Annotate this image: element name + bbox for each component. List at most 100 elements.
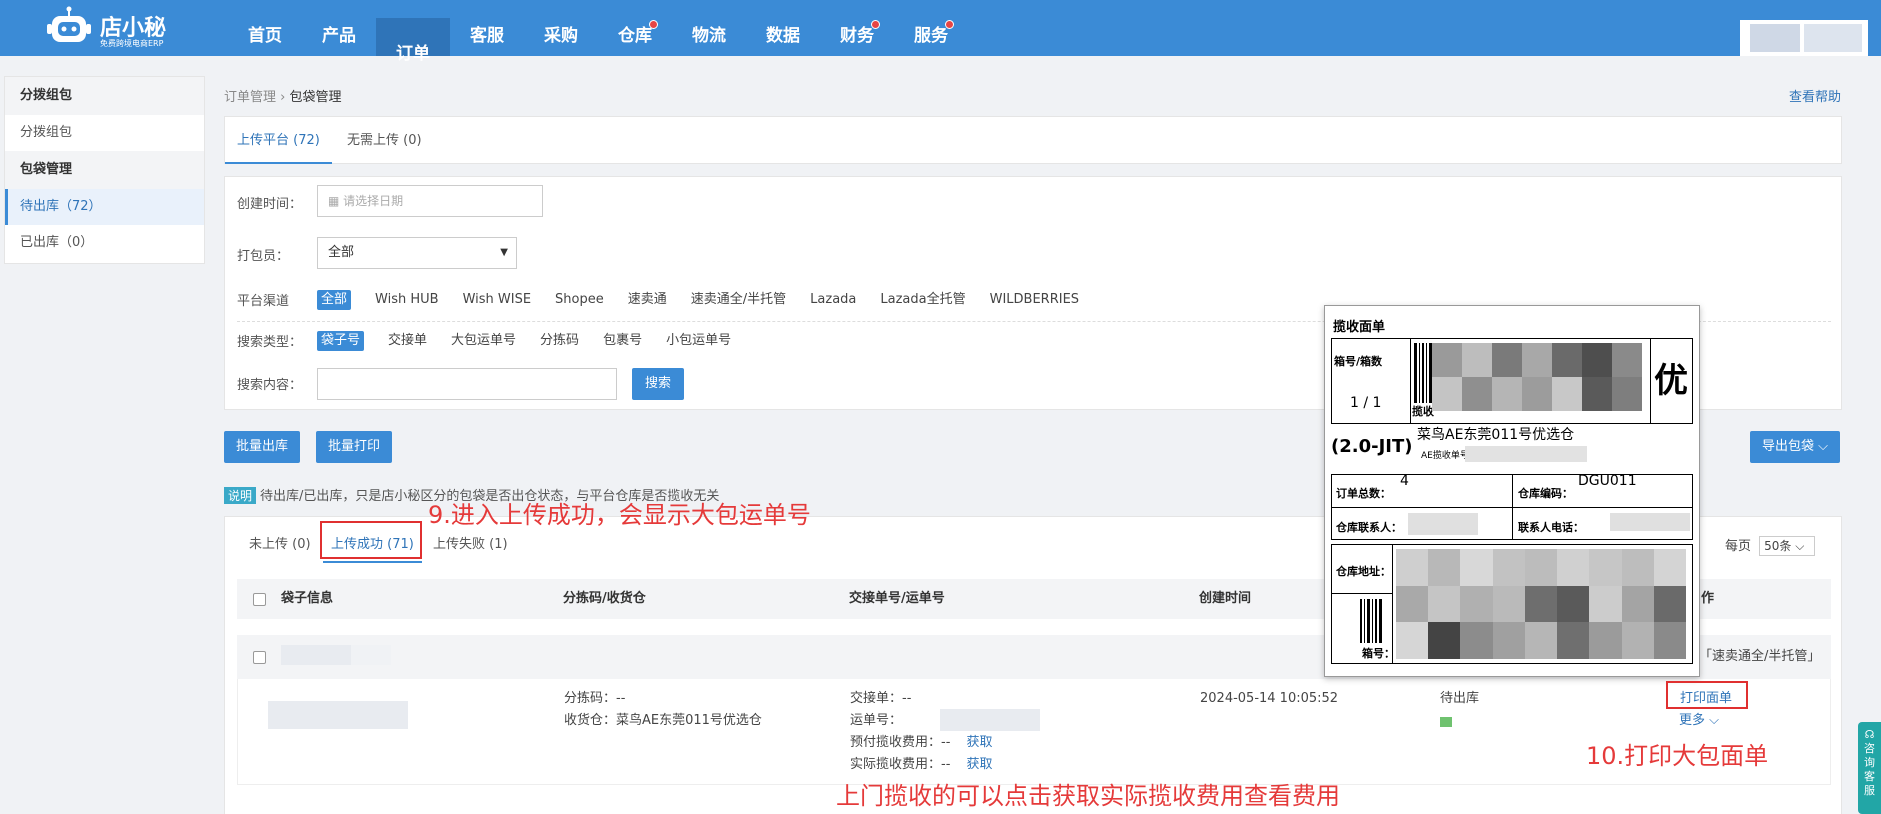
logo[interactable]: 店小秘 免费跨境电商ERP <box>46 4 196 52</box>
select-all-checkbox[interactable] <box>253 593 266 606</box>
batch-print-button[interactable]: 批量打印 <box>316 431 393 463</box>
search-input[interactable] <box>317 368 617 400</box>
blurred-address-qr <box>1396 549 1686 659</box>
more-dropdown[interactable]: 更多 ⌵ <box>1679 711 1719 731</box>
nav-item-4[interactable]: 采购 <box>524 0 598 56</box>
get-actual-fee-link[interactable]: 获取 <box>967 757 993 772</box>
sidebar-group-bag-management: 包袋管理 <box>5 151 204 189</box>
date-picker-input[interactable]: ▦ 请选择日期 <box>317 185 543 217</box>
search-type-chip[interactable]: 包裹号 <box>603 331 642 351</box>
page-size: 每页 50条 ⌵ <box>1725 535 1816 556</box>
channel-chip[interactable]: Lazada全托管 <box>880 290 965 310</box>
nav-item-5[interactable]: 仓库 <box>598 0 672 56</box>
nav-item-label: 数据 <box>766 26 800 46</box>
packer-select[interactable]: 全部 ▼ <box>317 237 517 269</box>
tab-upload-platform[interactable]: 上传平台 (72) <box>225 117 332 164</box>
channel-chip[interactable]: 速卖通全/半托管 <box>691 290 786 310</box>
channel-chips: 全部 Wish HUB Wish WISE Shopee 速卖通 速卖通全/半托管 Laza… <box>317 290 1103 310</box>
search-type-chip[interactable]: 袋子号 <box>317 331 365 351</box>
row-checkbox[interactable] <box>253 651 266 664</box>
label-info-box: 订单总数： 4 仓库编码： DGU011 仓库联系人： 联系人电话： <box>1331 473 1693 540</box>
search-type-label: 搜索类型： <box>237 335 303 350</box>
search-button[interactable]: 搜索 <box>632 368 684 400</box>
nav-item-label: 服务 <box>914 26 948 46</box>
tab-not-uploaded[interactable]: 未上传 (0) <box>241 527 319 563</box>
warehouse-code: DGU011 <box>1578 473 1637 489</box>
batch-outbound-button[interactable]: 批量出库 <box>224 431 301 463</box>
jit-label: (2.0-JIT) <box>1331 436 1413 457</box>
status: 待出库 <box>1440 691 1480 706</box>
calendar-icon: ▦ <box>328 194 344 208</box>
nav-item-label: 首页 <box>248 26 282 46</box>
channel-chip[interactable]: Shopee <box>555 290 604 310</box>
tab-no-upload[interactable]: 无需上传 (0) <box>335 117 434 164</box>
priority-mark: 优 <box>1654 361 1688 401</box>
blurred-bag-image <box>268 701 408 729</box>
receiving-warehouse: 收货仓：菜鸟AE东莞011号优选仓 <box>564 713 762 728</box>
search-type-chip[interactable]: 大包运单号 <box>451 331 516 351</box>
label-top-box: 箱号/箱数 1 / 1 揽收 优 <box>1331 338 1693 424</box>
nav-item-8[interactable]: 财务 <box>820 0 894 56</box>
nav-item-3[interactable]: 客服 <box>450 0 524 56</box>
divider <box>1512 475 1513 539</box>
divider <box>1410 339 1411 423</box>
main-nav: 首页 产品 订单 客服 采购 仓库 物流 数据 财务 服务 <box>228 0 968 63</box>
channel-chip[interactable]: WILDBERRIES <box>990 290 1079 310</box>
tab-upload-failed[interactable]: 上传失败 (1) <box>425 527 516 563</box>
sidebar-item-pending-outbound[interactable]: 待出库（72） <box>5 189 204 225</box>
handover-number: 交接单：-- <box>850 691 912 706</box>
sidebar-item-allocation[interactable]: 分拨组包 <box>5 115 204 151</box>
get-prepaid-fee-link[interactable]: 获取 <box>967 735 993 750</box>
status-indicator-icon <box>1440 717 1452 727</box>
annotation-step-10: 10.打印大包面单 <box>1586 742 1769 770</box>
blurred-username <box>1804 24 1862 52</box>
channel-chip[interactable]: Wish HUB <box>375 290 439 310</box>
channel-chip[interactable]: 速卖通 <box>628 290 667 310</box>
col-created-time: 创建时间 <box>1199 591 1252 606</box>
search-type-chip[interactable]: 小包运单号 <box>666 331 731 351</box>
nav-item-0[interactable]: 首页 <box>228 0 302 56</box>
nav-item-label: 产品 <box>322 26 356 46</box>
box-number-label: 箱号： <box>1362 647 1395 660</box>
waybill-number: 运单号： <box>850 713 903 728</box>
address-label: 仓库地址： <box>1336 565 1391 578</box>
channel-chip[interactable]: Lazada <box>810 290 856 310</box>
nav-item-7[interactable]: 数据 <box>746 0 820 56</box>
divider <box>1332 593 1392 594</box>
phone-label: 联系人电话： <box>1518 521 1584 534</box>
created-time-label: 创建时间： <box>237 197 303 212</box>
box-count: 1 / 1 <box>1350 395 1382 411</box>
blurred-bag-number <box>351 645 391 665</box>
breadcrumb: 订单管理 › 包袋管理 <box>224 86 342 105</box>
nav-item-2[interactable]: 订单 <box>376 18 450 63</box>
search-type-chip[interactable]: 交接单 <box>388 331 427 351</box>
sidebar-item-shipped[interactable]: 已出库（0） <box>5 225 204 261</box>
date-placeholder: 请选择日期 <box>343 194 404 208</box>
customer-service-button[interactable]: ☊ 咨询客服 <box>1858 722 1881 814</box>
customer-service-label: 咨询客服 <box>1864 742 1875 797</box>
user-account[interactable] <box>1740 20 1868 56</box>
nav-item-9[interactable]: 服务 <box>894 0 968 56</box>
nav-item-6[interactable]: 物流 <box>672 0 746 56</box>
brand-tagline: 免费跨境电商ERP <box>100 39 164 48</box>
actual-fee-value: 实际揽收费用：-- <box>850 757 951 772</box>
page-size-select[interactable]: 50条 ⌵ <box>1759 536 1816 556</box>
nav-item-label: 采购 <box>544 26 578 46</box>
help-link[interactable]: 查看帮助 <box>1789 86 1841 105</box>
channel-chip[interactable]: Wish WISE <box>463 290 531 310</box>
col-operation: 作 <box>1701 591 1715 606</box>
channel-chip[interactable]: 全部 <box>317 290 352 310</box>
breadcrumb-parent[interactable]: 订单管理 <box>224 90 276 105</box>
blurred-contact <box>1408 513 1478 535</box>
search-type-chip[interactable]: 分拣码 <box>540 331 579 351</box>
blurred-bag-number <box>281 645 351 665</box>
blurred-username <box>1750 24 1800 52</box>
col-bag-info: 袋子信息 <box>281 591 334 606</box>
headset-icon: ☊ <box>1864 728 1875 741</box>
blurred-qr-code <box>1432 343 1642 411</box>
export-bags-button[interactable]: 导出包袋 ⌵ <box>1750 431 1840 463</box>
divider <box>1650 339 1651 423</box>
nav-item-1[interactable]: 产品 <box>302 0 376 56</box>
label-warehouse: 菜鸟AE东莞011号优选仓 <box>1417 427 1575 443</box>
packer-select-value: 全部 <box>328 245 355 260</box>
